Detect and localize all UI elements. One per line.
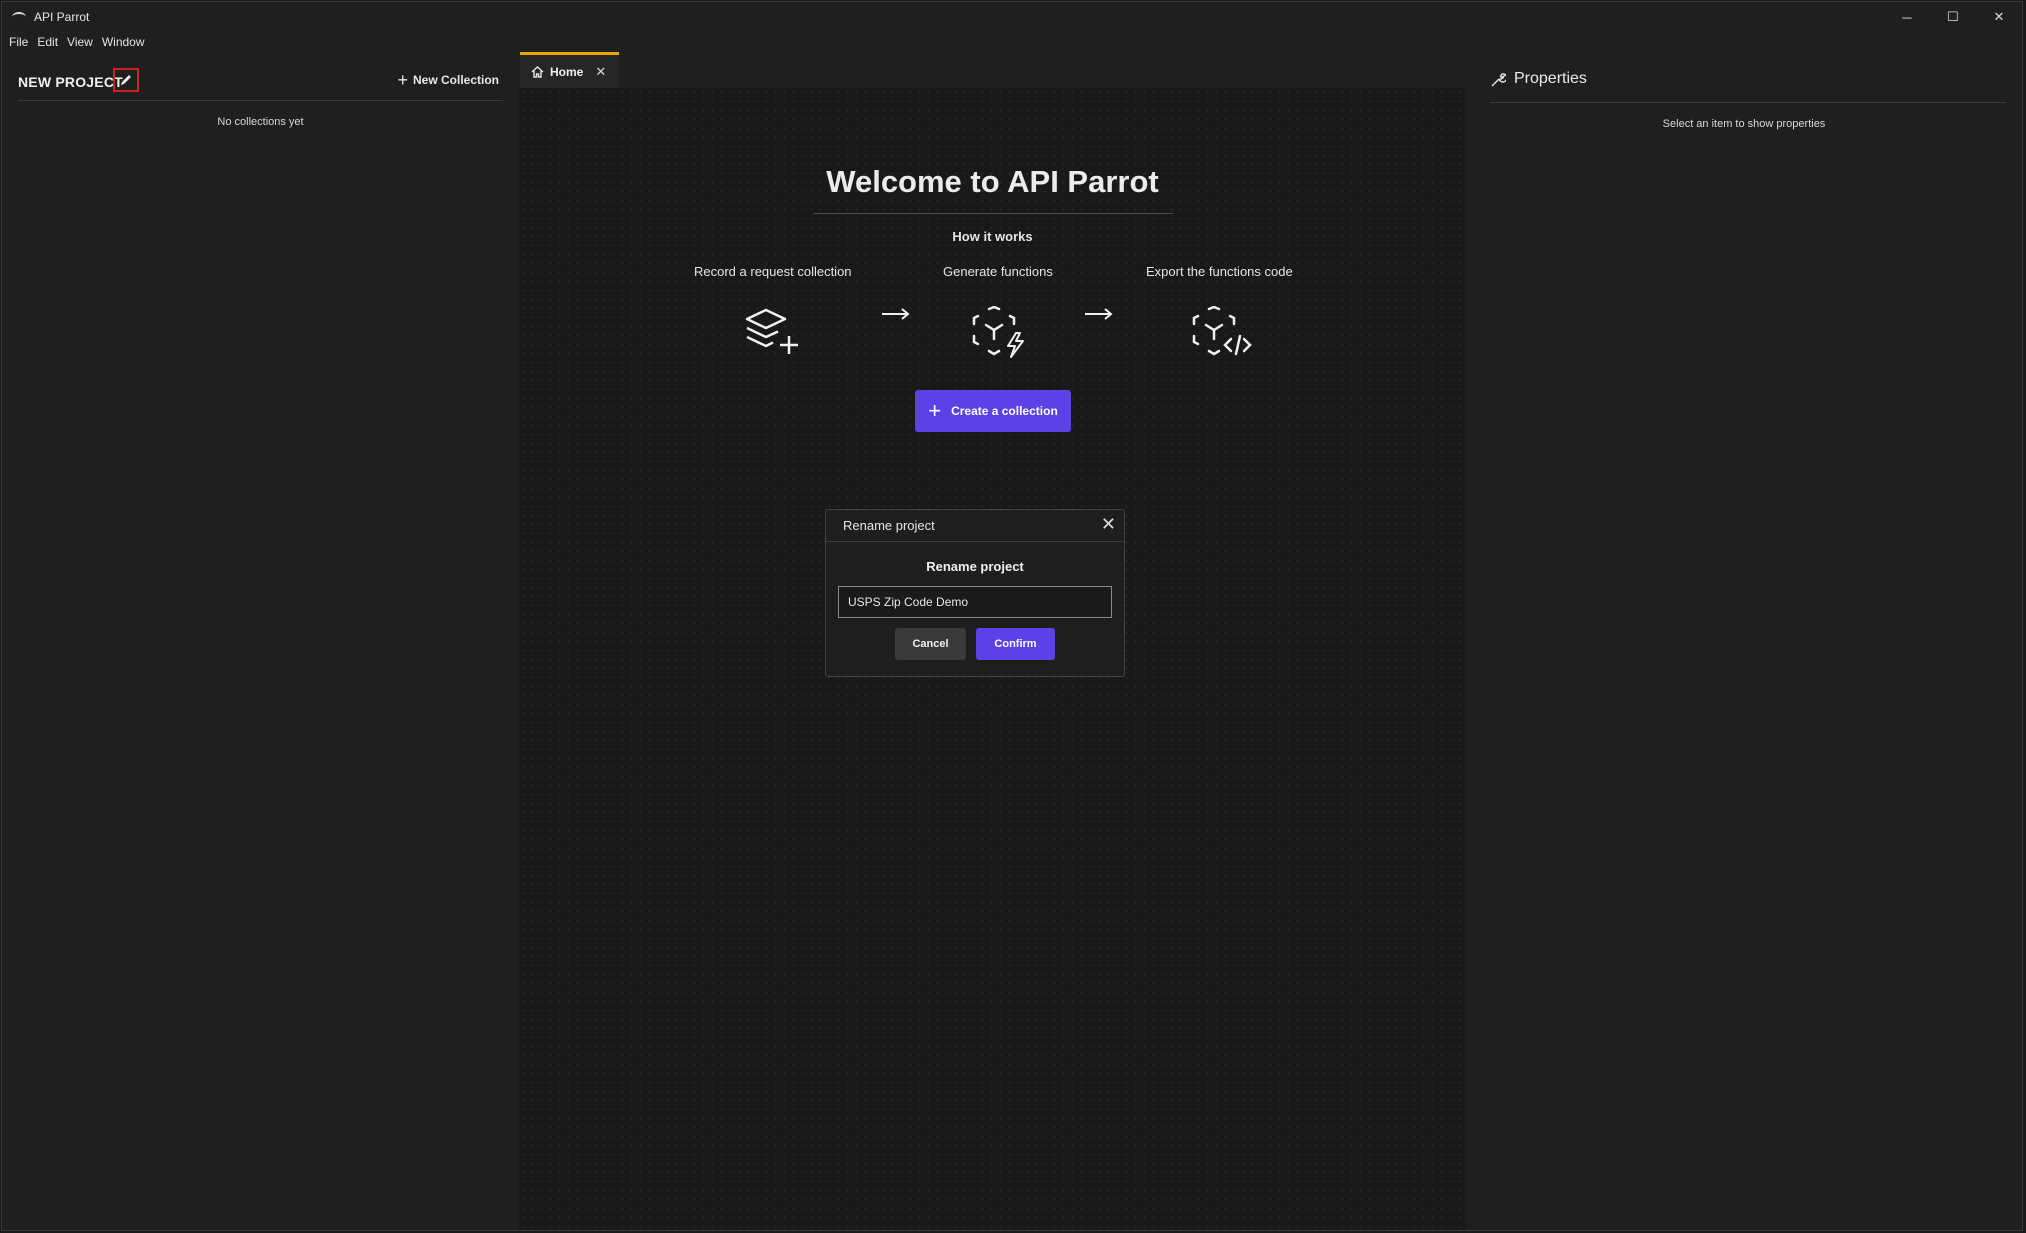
step-export-label: Export the functions code <box>1146 264 1293 279</box>
rename-project-button[interactable] <box>113 68 139 92</box>
tab-strip: Home ✕ <box>519 52 1466 88</box>
tab-close-icon[interactable]: ✕ <box>595 64 606 80</box>
menu-view[interactable]: View <box>67 35 93 49</box>
properties-header: Properties <box>1490 70 2006 103</box>
arrow-right-icon <box>1085 308 1113 320</box>
dialog-title: Rename project <box>843 518 935 533</box>
minimize-button[interactable]: ─ <box>1884 2 1930 32</box>
step-generate-label: Generate functions <box>943 264 1053 279</box>
close-window-button[interactable]: ✕ <box>1976 2 2022 32</box>
step-record-label: Record a request collection <box>694 264 852 279</box>
empty-collections-message: No collections yet <box>217 116 304 128</box>
window-controls: ─ ☐ ✕ <box>1884 2 2022 32</box>
create-collection-label: Create a collection <box>951 404 1058 418</box>
how-it-works-heading: How it works <box>952 229 1033 244</box>
plus-icon: + <box>928 398 942 423</box>
app-title: API Parrot <box>34 10 90 24</box>
main-content: Home ✕ Welcome to API Parrot How it work… <box>519 52 1466 1230</box>
plus-icon: + <box>397 70 408 90</box>
app-window: API Parrot ─ ☐ ✕ File Edit View Window N… <box>1 1 2023 1231</box>
welcome-title: Welcome to API Parrot <box>826 164 1159 199</box>
home-icon <box>531 65 544 78</box>
properties-empty-message: Select an item to show properties <box>1662 118 1826 130</box>
properties-title: Properties <box>1514 70 1587 87</box>
title-bar: API Parrot ─ ☐ ✕ <box>2 2 2022 32</box>
cancel-button[interactable]: Cancel <box>895 628 966 660</box>
wrench-icon <box>1491 73 1506 87</box>
collections-panel: NEW PROJECT + New Collection No collecti… <box>2 52 519 1230</box>
arrow-right-icon <box>882 308 910 320</box>
app-logo-icon <box>12 12 26 22</box>
confirm-button[interactable]: Confirm <box>976 628 1055 660</box>
menu-file[interactable]: File <box>9 35 28 49</box>
welcome-divider <box>813 213 1173 214</box>
project-name-input[interactable] <box>838 586 1112 618</box>
tab-home-label: Home <box>550 64 584 79</box>
layers-plus-icon <box>745 308 798 354</box>
menu-window[interactable]: Window <box>102 35 145 49</box>
cube-bolt-icon <box>972 306 1024 358</box>
new-collection-button[interactable]: + New Collection <box>397 70 499 90</box>
dialog-title-bar: Rename project ✕ <box>826 510 1124 542</box>
pencil-icon <box>121 75 131 85</box>
cube-code-icon <box>1192 306 1252 356</box>
rename-project-dialog: Rename project ✕ Rename project Cancel C… <box>825 509 1125 677</box>
new-collection-label: New Collection <box>412 73 499 87</box>
properties-panel: Properties Select an item to show proper… <box>1466 52 2022 1230</box>
dialog-close-icon[interactable]: ✕ <box>1101 514 1116 535</box>
project-header: NEW PROJECT + New Collection <box>18 68 503 101</box>
menu-edit[interactable]: Edit <box>37 35 58 49</box>
tab-home[interactable]: Home ✕ <box>520 52 619 88</box>
maximize-button[interactable]: ☐ <box>1930 2 1976 32</box>
project-name: NEW PROJECT <box>18 74 123 90</box>
menu-bar: File Edit View Window <box>2 32 2022 52</box>
create-collection-button[interactable]: + Create a collection <box>915 390 1071 432</box>
dialog-heading: Rename project <box>926 559 1024 574</box>
